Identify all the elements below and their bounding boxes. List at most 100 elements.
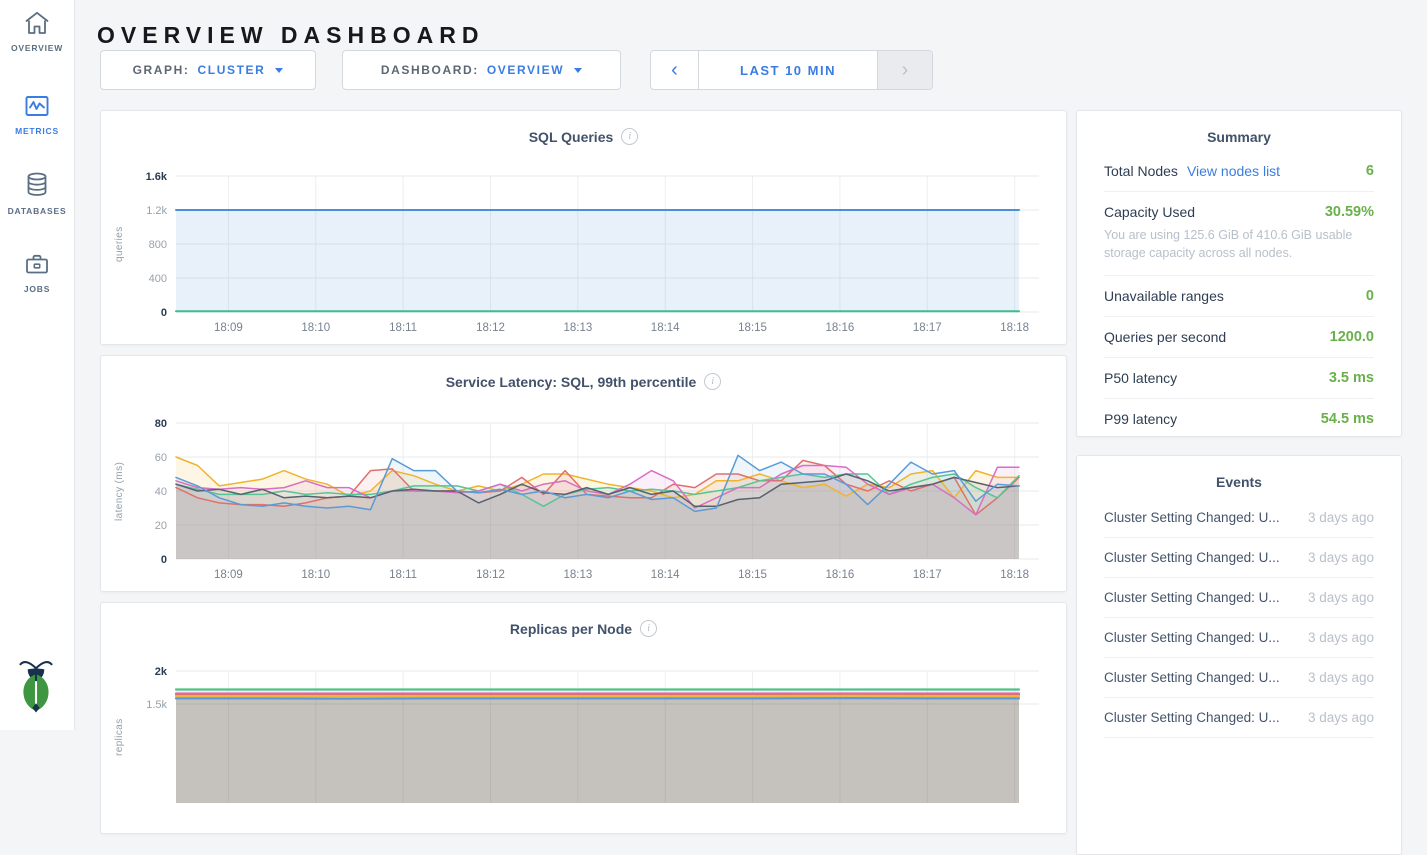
event-time: 3 days ago [1308, 510, 1374, 525]
replicas-per-node-chart-card: Replicas per Node i replicas 1.5k2k [100, 602, 1067, 834]
event-time: 3 days ago [1308, 710, 1374, 725]
event-row: Cluster Setting Changed: U... 3 days ago [1104, 498, 1374, 538]
svg-text:1.5k: 1.5k [146, 699, 167, 711]
svg-text:800: 800 [149, 239, 167, 251]
chart-plot[interactable]: 18:0918:1018:1118:1218:1318:1418:1518:16… [101, 356, 1066, 591]
sidebar-item-label: DATABASES [8, 206, 67, 216]
cockroach-icon [15, 657, 57, 713]
event-row: Cluster Setting Changed: U... 3 days ago [1104, 618, 1374, 658]
service-latency-chart-card: Service Latency: SQL, 99th percentile i … [100, 355, 1067, 592]
svg-text:18:18: 18:18 [1000, 569, 1029, 581]
total-nodes-value: 6 [1366, 163, 1374, 179]
summary-row-value: 54.5 ms [1321, 411, 1374, 427]
summary-panel: Summary Total Nodes View nodes list 6 Ca… [1076, 110, 1402, 437]
svg-text:2k: 2k [155, 666, 168, 678]
svg-text:18:17: 18:17 [913, 569, 942, 581]
svg-text:0: 0 [161, 554, 167, 566]
summary-title: Summary [1077, 129, 1401, 145]
svg-text:18:11: 18:11 [389, 569, 417, 581]
event-text: Cluster Setting Changed: U... [1104, 590, 1280, 605]
summary-row-label: P99 latency [1104, 411, 1177, 427]
svg-text:18:16: 18:16 [826, 569, 855, 581]
sidebar-item-overview[interactable]: OVERVIEW [0, 9, 74, 53]
svg-text:18:09: 18:09 [214, 569, 243, 581]
svg-text:18:14: 18:14 [651, 322, 680, 334]
summary-row-capacity: Capacity Used 30.59% You are using 125.6… [1104, 192, 1374, 276]
svg-text:40: 40 [155, 486, 167, 498]
sidebar-item-label: METRICS [15, 126, 59, 136]
time-range-selector: ‹ LAST 10 MIN › [650, 50, 933, 90]
capacity-value: 30.59% [1325, 204, 1374, 220]
event-text: Cluster Setting Changed: U... [1104, 710, 1280, 725]
svg-text:18:13: 18:13 [563, 322, 592, 334]
event-text: Cluster Setting Changed: U... [1104, 670, 1280, 685]
summary-row: Unavailable ranges 0 [1104, 276, 1374, 317]
event-text: Cluster Setting Changed: U... [1104, 550, 1280, 565]
home-icon [23, 9, 51, 37]
graph-dropdown-label: GRAPH: [133, 63, 190, 77]
controls-bar: GRAPH: CLUSTER DASHBOARD: OVERVIEW ‹ LAS… [100, 50, 933, 90]
events-panel: Events Cluster Setting Changed: U... 3 d… [1076, 455, 1402, 855]
svg-text:60: 60 [155, 452, 167, 464]
sql-queries-chart-card: SQL Queries i queries 18:0918:1018:1118:… [100, 110, 1067, 345]
graph-dropdown-value: CLUSTER [198, 63, 266, 77]
time-range-value[interactable]: LAST 10 MIN [699, 51, 877, 89]
total-nodes-label: Total Nodes [1104, 163, 1178, 179]
time-next-button: › [877, 51, 932, 89]
svg-text:20: 20 [155, 520, 167, 532]
chevron-down-icon [275, 68, 283, 73]
page-title: OVERVIEW DASHBOARD [97, 22, 484, 49]
event-text: Cluster Setting Changed: U... [1104, 630, 1280, 645]
summary-row-value: 1200.0 [1330, 329, 1374, 345]
sidebar-item-label: JOBS [24, 284, 50, 294]
svg-text:18:09: 18:09 [214, 322, 243, 334]
cockroachdb-logo[interactable] [15, 657, 57, 718]
summary-row: Queries per second 1200.0 [1104, 317, 1374, 358]
svg-text:18:10: 18:10 [301, 322, 330, 334]
summary-row-label: Unavailable ranges [1104, 288, 1224, 304]
event-time: 3 days ago [1308, 630, 1374, 645]
graph-dropdown[interactable]: GRAPH: CLUSTER [100, 50, 316, 90]
summary-row-value: 0 [1366, 288, 1374, 304]
dashboard-dropdown[interactable]: DASHBOARD: OVERVIEW [342, 50, 621, 90]
time-prev-button[interactable]: ‹ [651, 51, 699, 89]
sidebar: OVERVIEW METRICS DATABASES JOBS [0, 0, 75, 730]
svg-text:1.2k: 1.2k [146, 205, 167, 217]
svg-text:18:17: 18:17 [913, 322, 942, 334]
summary-row-total-nodes: Total Nodes View nodes list 6 [1104, 151, 1374, 192]
event-time: 3 days ago [1308, 670, 1374, 685]
svg-text:18:14: 18:14 [651, 569, 680, 581]
sidebar-item-jobs[interactable]: JOBS [0, 250, 74, 294]
summary-row-value: 3.5 ms [1329, 370, 1374, 386]
svg-text:18:15: 18:15 [738, 569, 767, 581]
event-text: Cluster Setting Changed: U... [1104, 510, 1280, 525]
svg-text:18:15: 18:15 [738, 322, 767, 334]
sidebar-item-metrics[interactable]: METRICS [0, 92, 74, 136]
dashboard-dropdown-value: OVERVIEW [487, 63, 564, 77]
metrics-icon [23, 92, 51, 120]
sidebar-item-databases[interactable]: DATABASES [0, 170, 74, 216]
view-nodes-list-link[interactable]: View nodes list [1187, 163, 1280, 179]
svg-text:0: 0 [161, 307, 167, 319]
summary-row-label: P50 latency [1104, 370, 1177, 386]
chevron-down-icon [574, 68, 582, 73]
svg-text:1.6k: 1.6k [146, 171, 168, 183]
sidebar-item-label: OVERVIEW [11, 43, 63, 53]
event-time: 3 days ago [1308, 550, 1374, 565]
events-title: Events [1077, 474, 1401, 490]
dashboard-dropdown-label: DASHBOARD: [381, 63, 479, 77]
svg-text:80: 80 [155, 418, 167, 430]
svg-text:18:18: 18:18 [1000, 322, 1029, 334]
capacity-label: Capacity Used [1104, 204, 1195, 220]
chart-plot[interactable]: 1.5k 2k [101, 603, 1066, 833]
svg-text:18:13: 18:13 [563, 569, 592, 581]
summary-row-label: Queries per second [1104, 329, 1226, 345]
event-row: Cluster Setting Changed: U... 3 days ago [1104, 578, 1374, 618]
svg-text:18:12: 18:12 [476, 569, 505, 581]
briefcase-icon [23, 250, 51, 278]
event-row: Cluster Setting Changed: U... 3 days ago [1104, 698, 1374, 738]
svg-text:18:12: 18:12 [476, 322, 505, 334]
chart-plot[interactable]: 18:0918:1018:1118:1218:1318:1418:1518:16… [101, 111, 1066, 344]
event-time: 3 days ago [1308, 590, 1374, 605]
summary-row: P50 latency 3.5 ms [1104, 358, 1374, 399]
